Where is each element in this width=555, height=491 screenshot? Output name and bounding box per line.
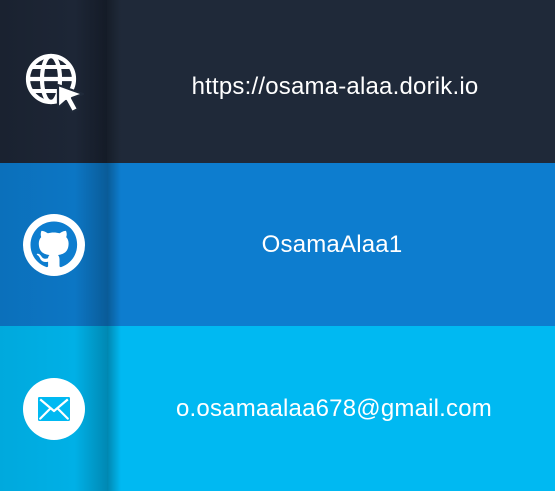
email-row[interactable]: o.osamaalaa678@gmail.com [0,326,555,491]
globe-cursor-icon [25,53,84,113]
github-username[interactable]: OsamaAlaa1 [262,231,403,259]
github-username-cell[interactable]: OsamaAlaa1 [107,163,555,326]
envelope-icon [22,377,85,440]
website-row[interactable]: https://osama-alaa.dorik.io [0,0,555,163]
email-address[interactable]: o.osamaalaa678@gmail.com [176,395,492,423]
website-link[interactable]: https://osama-alaa.dorik.io [192,73,479,101]
website-icon-cell [0,0,121,163]
contact-card: https://osama-alaa.dorik.io OsamaAlaa1 o… [0,0,555,491]
github-icon-cell [0,163,121,326]
email-address-cell[interactable]: o.osamaalaa678@gmail.com [107,326,555,491]
github-row[interactable]: OsamaAlaa1 [0,163,555,326]
github-icon [22,213,85,276]
email-icon-cell [0,326,121,491]
website-link-cell[interactable]: https://osama-alaa.dorik.io [107,0,555,163]
